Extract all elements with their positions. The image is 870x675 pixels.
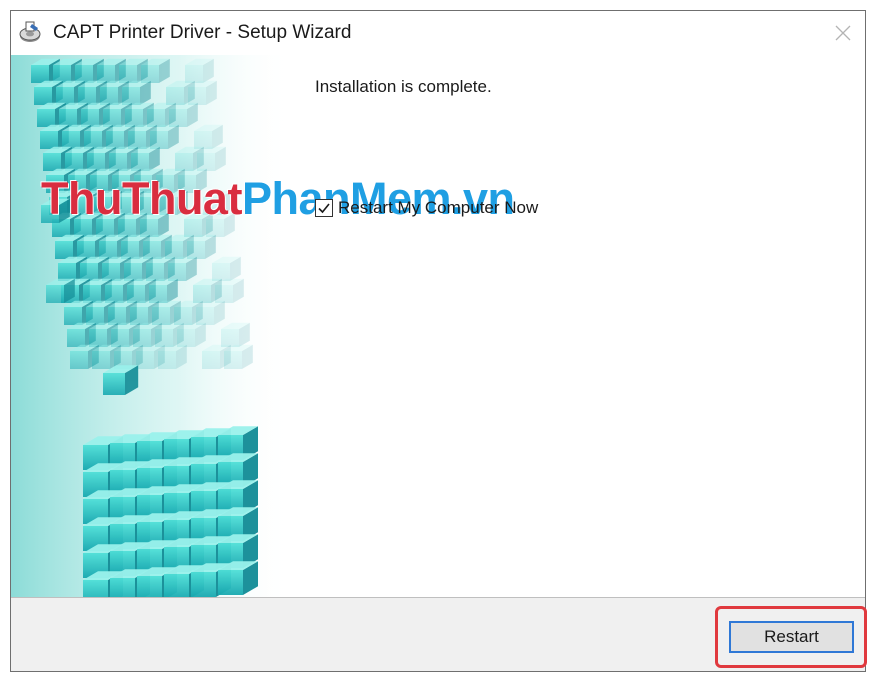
completion-message: Installation is complete. (315, 77, 492, 96)
cube-artwork (11, 55, 293, 597)
restart-button[interactable]: Restart (729, 621, 854, 653)
restart-now-label: Restart My Computer Now (338, 198, 539, 217)
restart-now-checkbox[interactable] (315, 199, 333, 217)
button-bar: Restart (11, 597, 867, 671)
window-title: CAPT Printer Driver - Setup Wizard (53, 22, 352, 43)
setup-wizard-window: CAPT Printer Driver - Setup Wizard ThuTh… (10, 10, 867, 672)
watermark-part1: ThuThuat (41, 173, 242, 224)
close-icon (835, 25, 851, 41)
wizard-content: ThuThuatPhanMem.vn Installation is compl… (11, 55, 865, 597)
title-bar: CAPT Printer Driver - Setup Wizard (11, 11, 865, 55)
close-button[interactable] (825, 15, 861, 51)
restart-now-option[interactable]: Restart My Computer Now (315, 198, 538, 218)
printer-setup-icon (19, 21, 41, 42)
checkmark-icon (318, 203, 330, 214)
